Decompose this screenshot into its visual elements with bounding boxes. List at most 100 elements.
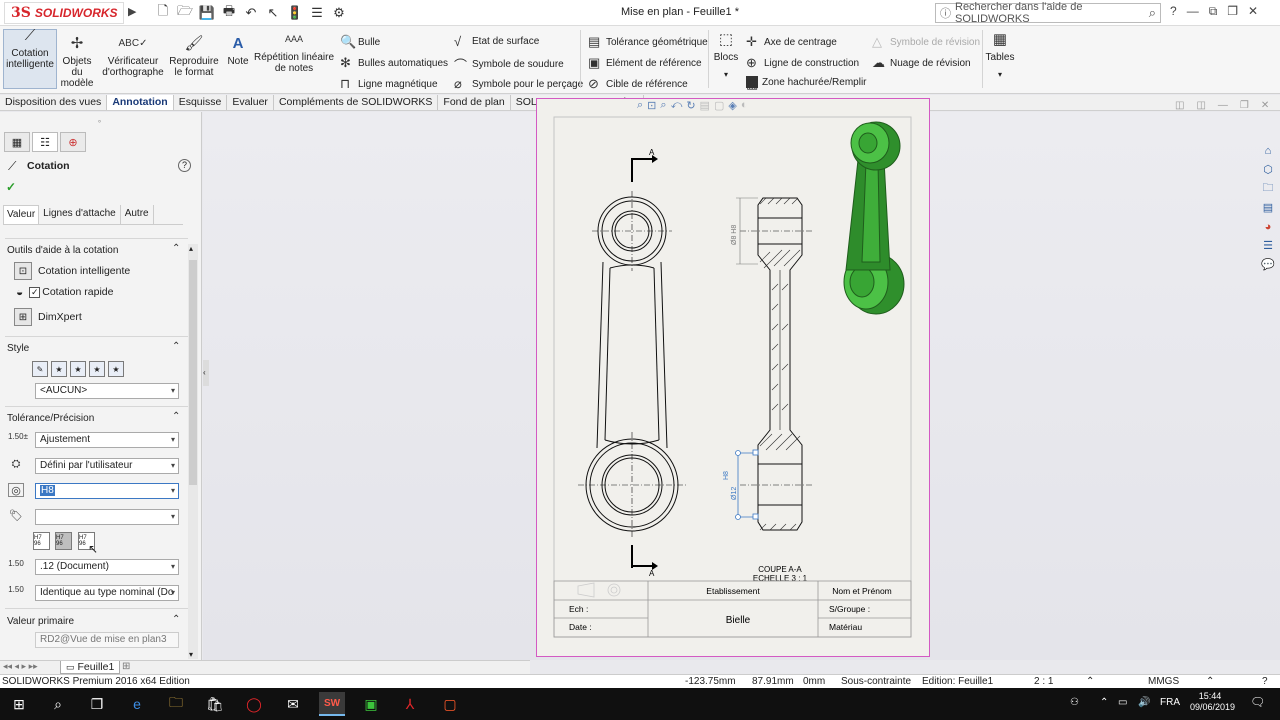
file-explorer-icon[interactable]: ▤ <box>1258 199 1278 216</box>
solidworks-logo[interactable]: 3S SOLIDWORKS <box>4 2 124 24</box>
camtasia-icon[interactable]: ▣ <box>358 692 384 716</box>
balloon-button[interactable]: 🔍 Bulle <box>340 34 380 50</box>
geometric-tolerance-button[interactable]: ▤ Tolérance géométrique <box>588 34 708 50</box>
delete-style-icon[interactable]: ★ <box>70 361 86 377</box>
subtab-valeur[interactable]: Valeur <box>3 205 40 224</box>
opera-icon[interactable]: ◯ <box>241 692 267 716</box>
dimxpert-option[interactable]: ⊞ DimXpert <box>14 308 82 326</box>
windows-start-icon[interactable]: ⊞ <box>6 692 32 716</box>
property-manager-icon[interactable]: ☷ <box>32 132 58 152</box>
dimxpert-manager-icon[interactable]: ⊕ <box>60 132 86 152</box>
tab-complements[interactable]: Compléments de SOLIDWORKS <box>274 95 439 110</box>
model-items-button[interactable]: ✢ Objets du modèle <box>60 36 94 89</box>
tile-icon[interactable]: ⧉ <box>1209 4 1218 19</box>
subtab-lignes-attache[interactable]: Lignes d'attache <box>39 205 121 224</box>
recorder-icon[interactable]: ▢ <box>437 692 463 716</box>
classification-select[interactable]: Défini par l'utilisateur ▾ <box>35 458 179 474</box>
scroll-down-icon[interactable]: ▾ <box>189 650 193 659</box>
tolerance-type-select[interactable]: Ajustement ▾ <box>35 432 179 448</box>
panel-collapse-handle[interactable]: ‹ <box>203 360 209 386</box>
ok-check-icon[interactable]: ✓ <box>6 180 16 194</box>
canvas-close-icon[interactable]: ✕ <box>1261 100 1269 111</box>
revision-cloud-button[interactable]: ☁ Nuage de révision <box>872 55 971 71</box>
custom-properties-icon[interactable]: ☰ <box>1258 237 1278 254</box>
people-icon[interactable]: ⚇ <box>1070 697 1079 708</box>
chevron-up-icon[interactable]: ⌃ <box>1206 676 1214 687</box>
apply-style-icon[interactable]: ✎ <box>32 361 48 377</box>
options-icon[interactable]: ⚙ <box>330 4 348 22</box>
area-hatch-button[interactable]: ▨ Zone hachurée/Remplir <box>746 76 867 91</box>
canvas-minimize-icon[interactable]: — <box>1218 100 1228 111</box>
quick-dimension-checkbox[interactable]: ✓ <box>29 286 41 298</box>
blocks-button[interactable]: ⬚ Blocs ▾ <box>712 32 740 80</box>
notifications-icon[interactable]: 🗨 <box>1250 695 1265 709</box>
revision-symbol-button[interactable]: △ Symbole de révision <box>872 34 980 50</box>
shaft-fit-select[interactable]: ▾ <box>35 509 179 525</box>
file-properties-icon[interactable]: ☰ <box>308 4 326 22</box>
mail-icon[interactable]: ✉ <box>280 692 306 716</box>
fit-display-stacked-icon[interactable]: H7 96 <box>33 532 50 550</box>
linear-note-pattern-button[interactable]: AAA Répétition linéaire de notes <box>253 34 335 74</box>
minimize-icon[interactable]: — <box>1187 4 1199 19</box>
tab-esquisse[interactable]: Esquisse <box>174 95 228 110</box>
surface-finish-button[interactable]: √ Etat de surface <box>454 34 539 49</box>
network-icon[interactable]: ▭ <box>1118 697 1127 708</box>
weld-symbol-button[interactable]: ⌒ Symbole de soudure <box>454 55 564 74</box>
style-select[interactable]: <AUCUN> ▾ <box>35 383 179 399</box>
edge-browser-icon[interactable]: e <box>124 692 150 716</box>
canvas-restore-icon[interactable]: ❐ <box>1240 100 1249 111</box>
hole-callout-button[interactable]: ⌀ Symbole pour le perçage <box>454 76 583 92</box>
smart-dimension-button[interactable]: ⟋ Cotation intelligente <box>3 28 57 89</box>
collapse-icon[interactable]: ⌃ <box>172 411 180 422</box>
collapse-icon[interactable]: ⌃ <box>172 614 180 625</box>
quick-dimension-option[interactable]: ◒ ✓ Cotation rapide <box>16 285 113 299</box>
fit-display-stacked-nodivider-icon[interactable]: H7 96 <box>55 532 72 550</box>
help-menu-icon[interactable]: ? <box>1170 4 1177 19</box>
status-help-icon[interactable]: ? <box>1262 676 1268 687</box>
tables-button[interactable]: ▦ Tables ▾ <box>985 32 1015 80</box>
language-indicator[interactable]: FRA <box>1160 697 1180 708</box>
sheet-nav-arrows[interactable]: ◂◂ ◂ ▸ ▸▸ <box>3 661 38 672</box>
file-explorer-taskbar-icon[interactable]: 🗀 <box>163 692 189 716</box>
chevron-up-icon[interactable]: ⌃ <box>1086 676 1094 687</box>
store-icon[interactable]: 🛍 <box>202 692 228 716</box>
collapse-icon[interactable]: ⌃ <box>172 341 180 352</box>
help-search-input[interactable]: ⓘ Rechercher dans l'aide de SOLIDWORKS ⌕ <box>935 1 1161 25</box>
datum-feature-button[interactable]: ▣ Elément de référence <box>588 55 702 71</box>
add-style-icon[interactable]: ★ <box>51 361 67 377</box>
blocks-dropdown-icon[interactable]: ▾ <box>724 69 728 80</box>
hole-fit-select[interactable]: H8 ▾ <box>35 483 179 499</box>
tray-chevron-up-icon[interactable]: ⌃ <box>1100 697 1108 708</box>
datum-target-button[interactable]: ⊘ Cible de référence <box>588 76 688 92</box>
split-left-icon[interactable]: ◫ <box>1175 100 1184 111</box>
add-sheet-icon[interactable]: ⊞ <box>122 661 130 672</box>
tab-annotation[interactable]: Annotation <box>107 95 174 110</box>
home-icon[interactable]: ⌂ <box>1258 142 1278 159</box>
tab-fond-de-plan[interactable]: Fond de plan <box>438 95 511 110</box>
tolerance-precision-select[interactable]: Identique au type nominal (Do ▾ <box>35 585 179 601</box>
spell-checker-button[interactable]: ABC✓ Vérificateur d'orthographe <box>100 38 166 78</box>
load-style-icon[interactable]: ★ <box>108 361 124 377</box>
smart-dimension-option[interactable]: ⊡ Cotation intelligente <box>14 262 130 280</box>
clock[interactable]: 15:44 09/06/2019 <box>1190 691 1235 713</box>
save-icon[interactable]: 💾 <box>198 4 216 22</box>
construction-line-button[interactable]: ⊕ Ligne de construction <box>746 55 859 71</box>
status-units[interactable]: MMGS <box>1148 676 1179 687</box>
acrobat-icon[interactable]: ⅄ <box>397 692 423 716</box>
panel-scrollbar[interactable]: ▴ ▾ <box>188 244 198 659</box>
taskbar-search-icon[interactable]: ⌕ <box>45 692 71 716</box>
precision-select[interactable]: .12 (Document) ▾ <box>35 559 179 575</box>
rebuild-icon[interactable]: 🚦 <box>286 4 304 22</box>
appearances-icon[interactable]: ◕ <box>1258 218 1278 235</box>
restore-icon[interactable]: ❐ <box>1227 4 1238 19</box>
solidworks-taskbar-icon[interactable]: SW <box>319 692 345 716</box>
resources-icon[interactable]: ⬡ <box>1258 161 1278 178</box>
design-library-icon[interactable]: 🗀 <box>1258 180 1278 197</box>
select-icon[interactable]: ↖ <box>264 4 282 22</box>
undo-icon[interactable]: ↶ <box>242 4 260 22</box>
panel-grip-icon[interactable]: ∘ <box>97 117 102 126</box>
print-icon[interactable]: 🖶 <box>220 3 238 22</box>
scrollbar-thumb[interactable] <box>189 260 197 485</box>
search-icon[interactable]: ⌕ <box>1149 5 1156 21</box>
task-view-icon[interactable]: ❐ <box>84 692 110 716</box>
